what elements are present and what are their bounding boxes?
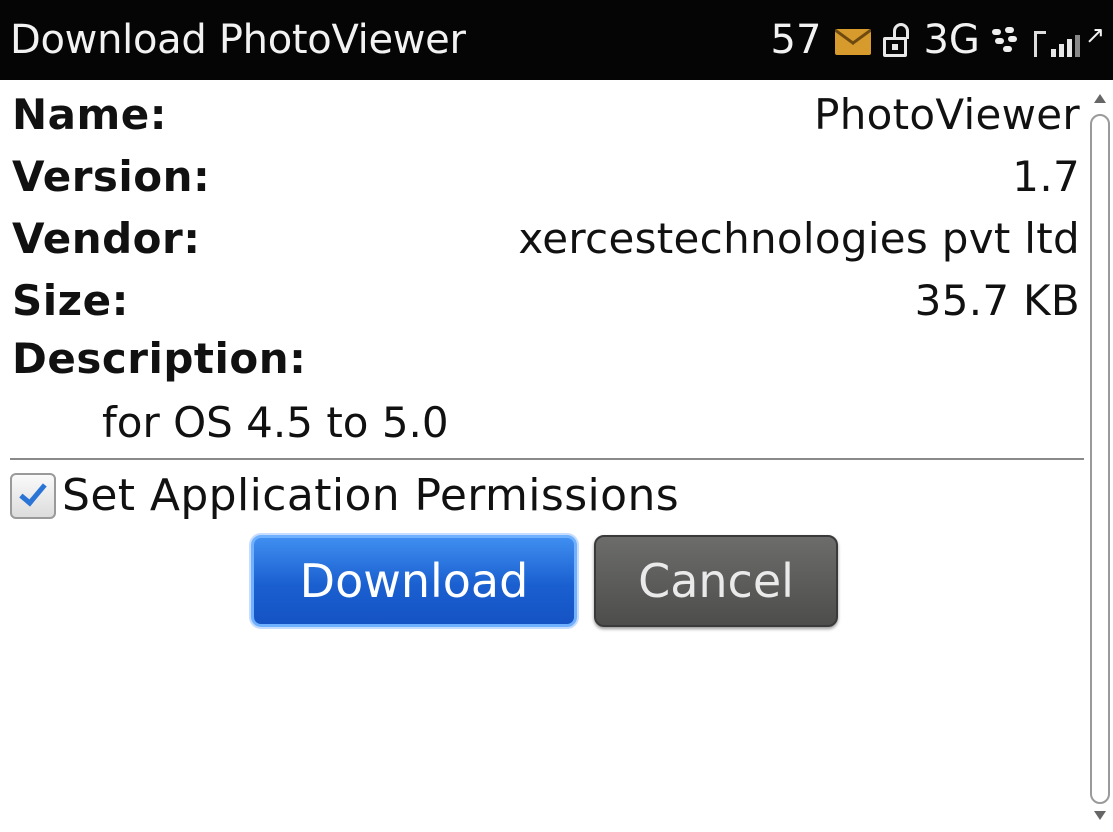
scroll-up-arrow-icon[interactable]: [1094, 94, 1106, 103]
window-title: Download PhotoViewer: [10, 17, 466, 63]
size-row: Size: 35.7 KB: [12, 270, 1080, 332]
unlock-icon: [883, 23, 911, 59]
name-value: PhotoViewer: [814, 90, 1080, 139]
size-label: Size:: [12, 276, 129, 325]
version-row: Version: 1.7: [12, 146, 1080, 208]
permissions-checkbox[interactable]: [10, 472, 56, 519]
vendor-label: Vendor:: [12, 214, 201, 263]
version-value: 1.7: [1012, 152, 1080, 201]
network-type: 3G: [923, 17, 980, 63]
permissions-label[interactable]: Set Application Permissions: [62, 470, 679, 521]
scroll-track[interactable]: [1090, 114, 1110, 804]
download-details: Name: PhotoViewer Version: 1.7 Vendor: x…: [0, 80, 1087, 832]
scrollbar[interactable]: [1087, 80, 1113, 832]
size-value: 35.7 KB: [914, 276, 1080, 325]
envelope-icon: [835, 29, 872, 55]
cancel-button[interactable]: Cancel: [594, 535, 838, 627]
download-button[interactable]: Download: [251, 535, 577, 627]
divider: [10, 458, 1084, 460]
name-label: Name:: [12, 90, 168, 139]
vendor-value: xercestechnologies pvt ltd: [518, 214, 1080, 263]
version-label: Version:: [12, 152, 211, 201]
permissions-option[interactable]: Set Application Permissions: [10, 470, 679, 521]
vendor-row: Vendor: xercestechnologies pvt ltd: [12, 208, 1080, 270]
status-area: 57 3G ↗: [771, 17, 1105, 63]
title-bar: Download PhotoViewer 57 3G ↗: [0, 0, 1113, 80]
description-label: Description:: [12, 334, 307, 383]
name-row: Name: PhotoViewer: [12, 84, 1080, 146]
description-value: for OS 4.5 to 5.0: [102, 398, 449, 447]
blackberry-icon: [991, 27, 1022, 53]
scroll-down-arrow-icon[interactable]: [1094, 811, 1106, 820]
checkmark-icon: [19, 477, 47, 506]
message-count: 57: [770, 17, 822, 63]
signal-icon: ↗: [1033, 23, 1105, 57]
